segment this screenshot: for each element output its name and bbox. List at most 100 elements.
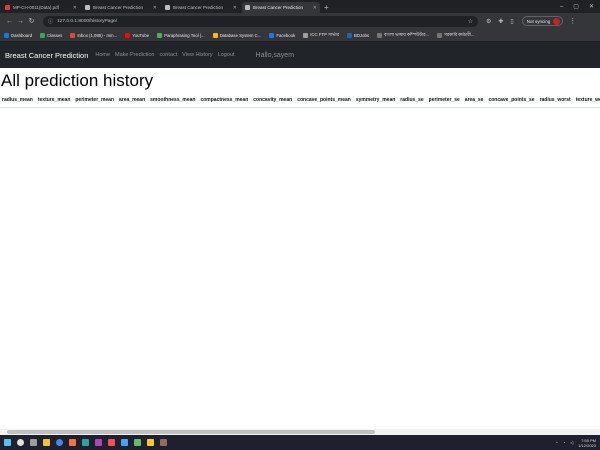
column-header: radius_worst <box>539 97 571 103</box>
bookmark-item[interactable]: Dashboard <box>4 32 33 38</box>
nav-contact[interactable]: contact <box>159 52 177 58</box>
clock[interactable]: 7:55 PM 1/12/2023 <box>578 438 596 448</box>
close-tab-icon[interactable]: ✕ <box>153 5 157 11</box>
close-window-icon[interactable]: ✕ <box>589 2 594 13</box>
bookmark-favicon-icon <box>157 32 163 38</box>
clock-date: 1/12/2023 <box>578 442 596 448</box>
file-explorer-icon[interactable] <box>43 439 50 446</box>
site-brand[interactable]: Breast Cancer Prediction <box>5 51 88 60</box>
column-header: area_se <box>464 97 484 103</box>
close-tab-icon[interactable]: ✕ <box>73 5 77 11</box>
chevron-up-icon[interactable]: ^ <box>556 440 558 445</box>
bookmark-item[interactable]: ICC FTP সার্ভার <box>303 32 339 39</box>
windows-start-icon[interactable] <box>4 439 11 446</box>
browser-tab[interactable]: MP-CH-0011(Data).pdf ✕ <box>2 2 80 13</box>
column-header: concave_points_se <box>488 97 535 103</box>
wifi-icon[interactable]: ◔ <box>563 440 565 445</box>
maximize-icon[interactable]: ▢ <box>573 2 579 13</box>
tab-title: Breast Cancer Prediction <box>253 5 304 10</box>
bookmark-label: YouTube <box>132 32 150 38</box>
page-title: All prediction history <box>1 71 154 90</box>
bookmark-item[interactable]: YouTube <box>125 32 150 38</box>
column-header: symmetry_mean <box>355 97 396 103</box>
close-tab-icon[interactable]: ✕ <box>233 5 237 11</box>
column-header: perimeter_se <box>428 97 460 103</box>
extension-icon[interactable]: ⚙ <box>486 18 491 25</box>
column-header: smoothness_mean <box>150 97 196 103</box>
bookmark-label: Database System C... <box>219 32 262 38</box>
site-navbar: Breast Cancer Prediction Home Make Predi… <box>0 42 600 68</box>
puzzle-icon[interactable]: ✚ <box>498 18 503 25</box>
browser-tab[interactable]: Breast Cancer Prediction ✕ <box>82 2 160 13</box>
windows-taskbar: ^ ◔ ◁ 7:55 PM 1/12/2023 <box>0 435 600 450</box>
bookmark-label: Facebook <box>276 32 296 38</box>
app-icon[interactable] <box>160 439 167 446</box>
bookmark-star-icon[interactable]: ☆ <box>468 18 473 25</box>
minimize-icon[interactable]: – <box>560 2 563 13</box>
column-header: radius_se <box>400 97 424 103</box>
bookmark-favicon-icon <box>346 32 352 38</box>
search-icon[interactable] <box>17 439 24 446</box>
column-header: area_mean <box>119 97 146 103</box>
vscode-icon[interactable] <box>121 439 128 446</box>
column-header: texture_worst <box>575 97 600 103</box>
avatar <box>553 17 561 25</box>
column-header: perimeter_mean <box>75 97 115 103</box>
app-icon[interactable] <box>82 439 89 446</box>
scrollbar-thumb[interactable] <box>7 430 375 434</box>
app-icon[interactable] <box>95 439 102 446</box>
table-divider <box>0 107 600 108</box>
app-icon[interactable] <box>147 439 154 446</box>
bookmark-item[interactable]: বাংলা ভাষায় কম্পিউটার... <box>377 32 429 39</box>
bookmark-item[interactable]: সরকারি কর্মচারী... <box>437 32 474 39</box>
reload-icon[interactable]: ↻ <box>26 17 37 25</box>
bookmark-label: বাংলা ভাষায় কম্পিউটার... <box>384 31 430 37</box>
bookmark-item[interactable]: Facebook <box>269 32 296 38</box>
bookmark-item[interactable]: Inbox (1,085) - mm... <box>70 32 117 38</box>
new-tab-button[interactable]: + <box>324 2 329 13</box>
bookmark-item[interactable]: BDJobs <box>346 32 369 38</box>
bookmark-favicon-icon <box>4 32 9 38</box>
bookmark-item[interactable]: Database System C... <box>212 32 262 38</box>
browser-tab[interactable]: Breast Cancer Prediction ✕ <box>162 2 240 13</box>
volume-icon[interactable]: ◁ <box>570 440 573 445</box>
bookmark-favicon-icon <box>212 32 218 38</box>
app-icon[interactable] <box>108 439 115 446</box>
chrome-icon[interactable] <box>56 439 63 446</box>
nav-view-history[interactable]: View History <box>182 52 212 58</box>
column-header: compactness_mean <box>200 97 249 103</box>
bookmark-label: ICC FTP সার্ভার <box>310 31 339 37</box>
column-header: concavity_mean <box>253 97 293 103</box>
profile-button[interactable]: Not syncing <box>521 16 564 26</box>
nav-make-prediction[interactable]: Make Prediction <box>115 52 154 58</box>
app-icon[interactable] <box>134 439 141 446</box>
browser-tab[interactable]: Breast Cancer Prediction ✕ <box>242 2 320 13</box>
bookmarks-bar: Dashboard Classes Inbox (1,085) - mm... You… <box>0 29 600 42</box>
task-view-icon[interactable] <box>30 439 37 446</box>
forward-icon[interactable]: → <box>15 18 26 25</box>
back-icon[interactable]: ← <box>4 18 15 25</box>
bookmark-favicon-icon <box>125 32 131 38</box>
bookmark-label: Classes <box>47 32 63 38</box>
bookmark-favicon-icon <box>70 32 76 38</box>
menu-dots-icon[interactable]: ⋮ <box>569 17 576 25</box>
favicon-icon <box>85 5 90 10</box>
close-tab-icon[interactable]: ✕ <box>313 5 317 11</box>
system-tray: ^ ◔ ◁ 7:55 PM 1/12/2023 <box>556 438 596 448</box>
url-bar[interactable]: ⓘ 127.0.0.1:8000/historyPage/ ☆ <box>43 15 478 27</box>
nav-home[interactable]: Home <box>95 52 110 58</box>
bookmark-label: Paraphrasing Tool |... <box>164 32 205 38</box>
info-icon[interactable]: ⓘ <box>48 18 53 25</box>
favicon-icon <box>5 5 10 10</box>
bookmark-favicon-icon <box>303 32 309 38</box>
bookmark-favicon-icon <box>40 32 46 38</box>
app-icon[interactable] <box>69 439 76 446</box>
tab-title: MP-CH-0011(Data).pdf <box>13 5 59 10</box>
favicon-icon <box>245 5 250 10</box>
bookmark-item[interactable]: Classes <box>40 32 63 38</box>
sidepanel-icon[interactable]: ▯ <box>510 18 513 25</box>
bookmark-item[interactable]: Paraphrasing Tool |... <box>157 32 205 38</box>
column-header: radius_mean <box>2 97 33 103</box>
bookmark-label: Dashboard <box>11 32 33 38</box>
nav-logout[interactable]: Logout <box>218 52 235 58</box>
